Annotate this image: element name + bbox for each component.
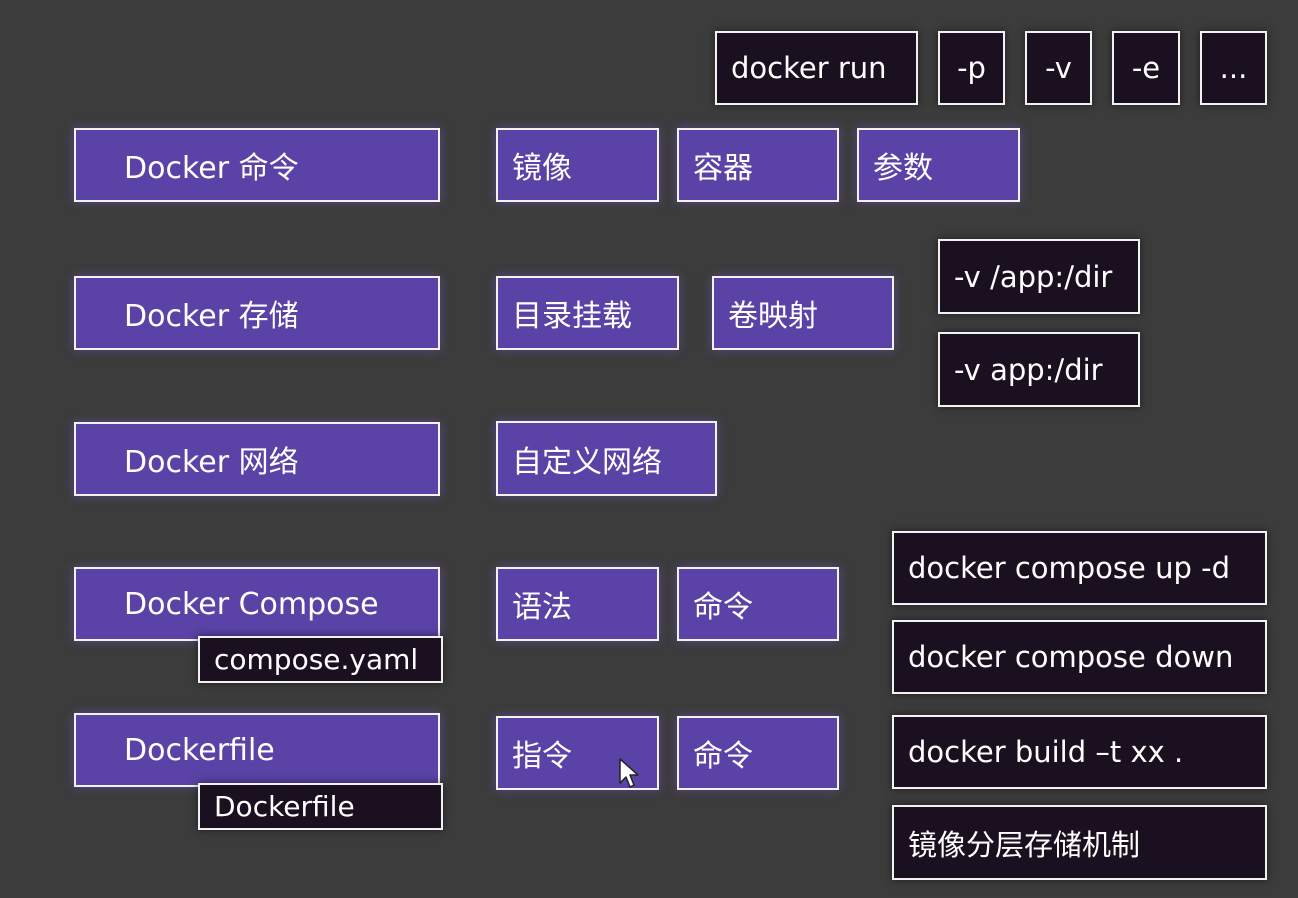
flag-p-box: -p [938,31,1005,105]
docker-build-box: docker build –t xx . [892,715,1267,789]
docker-run-box: docker run [715,31,918,105]
docker-compose-box: Docker Compose [74,567,440,641]
compose-down-label: docker compose down [908,640,1234,674]
flag-p-label: -p [957,51,986,85]
mouse-cursor-icon [619,758,639,788]
flag-e-label: -e [1131,51,1161,85]
volume-example-box: -v app:/dir [938,332,1140,407]
custom-network-label: 自定义网络 [512,444,662,480]
compose-up-label: docker compose up -d [908,551,1230,585]
dockerfile-label: Dockerfile [124,732,275,768]
flag-v-label: -v [1045,51,1072,85]
container-box: 容器 [677,128,839,202]
dockerfile-command-label: 命令 [693,739,753,774]
dockerfile-file-box: Dockerfile [198,783,443,830]
container-label: 容器 [693,151,753,186]
docker-network-box: Docker 网络 [74,422,440,496]
volume-example-label: -v app:/dir [954,352,1103,387]
params-label: 参数 [873,151,933,186]
volume-mapping-box: 卷映射 [712,276,894,350]
docker-build-label: docker build –t xx . [908,735,1184,769]
dockerfile-command-box: 命令 [677,716,839,790]
params-box: 参数 [857,128,1020,202]
dockerfile-file-label: Dockerfile [214,790,355,823]
docker-compose-label: Docker Compose [124,586,379,622]
compose-command-box: 命令 [677,567,839,641]
compose-command-label: 命令 [693,590,753,625]
compose-syntax-box: 语法 [496,567,659,641]
instruction-label: 指令 [512,739,572,774]
docker-storage-label: Docker 存储 [124,299,299,334]
docker-storage-box: Docker 存储 [74,276,440,350]
dockerfile-box: Dockerfile [74,713,440,787]
docker-commands-box: Docker 命令 [74,128,440,202]
bind-mount-label: 目录挂载 [512,299,632,334]
docker-network-label: Docker 网络 [124,445,299,480]
compose-file-label: compose.yaml [214,643,419,676]
compose-syntax-label: 语法 [512,590,572,625]
image-label: 镜像 [512,151,572,186]
layered-storage-label: 镜像分层存储机制 [908,827,1141,862]
bind-mount-example-label: -v /app:/dir [954,259,1113,294]
compose-down-box: docker compose down [892,620,1267,694]
flag-more-box: ... [1200,31,1267,105]
docker-run-label: docker run [731,51,887,85]
flag-v-box: -v [1025,31,1092,105]
flag-more-label: ... [1219,51,1248,85]
image-box: 镜像 [496,128,659,202]
compose-file-box: compose.yaml [198,636,443,683]
bind-mount-example-box: -v /app:/dir [938,239,1140,314]
docker-commands-label: Docker 命令 [124,151,299,186]
volume-mapping-label: 卷映射 [728,299,818,334]
custom-network-box: 自定义网络 [496,421,717,496]
flag-e-box: -e [1112,31,1180,105]
bind-mount-box: 目录挂载 [496,276,679,350]
compose-up-box: docker compose up -d [892,531,1267,605]
layered-storage-box: 镜像分层存储机制 [892,805,1267,880]
